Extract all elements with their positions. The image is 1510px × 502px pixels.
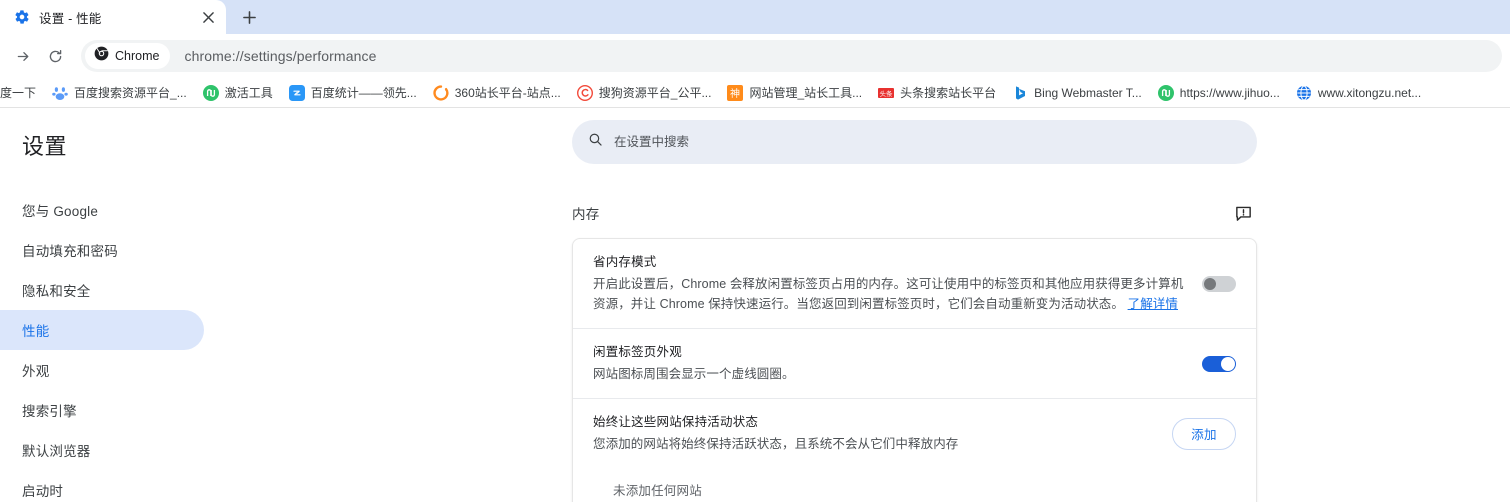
sidebar-nav: 您与 Google 自动填充和密码 隐私和安全 性能 外观 搜索引擎 默认浏览器… <box>0 190 300 502</box>
activation-icon <box>202 84 219 101</box>
globe-icon <box>1296 85 1312 101</box>
svg-text:神: 神 <box>730 87 740 100</box>
tab-settings-performance[interactable]: 设置 - 性能 <box>0 0 226 34</box>
bookmark-label: 搜狗资源平台_公平... <box>598 86 712 100</box>
sidebar-item-label: 默认浏览器 <box>22 444 91 459</box>
sidebar-item-you-and-google[interactable]: 您与 Google <box>0 190 204 230</box>
bookmark-label: www.xitongzu.net... <box>1317 85 1422 100</box>
omnibox[interactable]: Chrome chrome://settings/performance <box>81 40 1502 72</box>
bookmark-item[interactable]: 360站长平台-站点... <box>425 81 569 105</box>
bookmark-label: Bing Webmaster T... <box>1034 85 1142 100</box>
settings-page: 设置 您与 Google 自动填充和密码 隐私和安全 性能 外观 搜索引擎 默认… <box>0 108 1510 502</box>
bookmark-label: https://www.jihuo... <box>1179 85 1280 100</box>
chrome-chip-label: Chrome <box>115 49 160 63</box>
omnibox-url: chrome://settings/performance <box>184 48 377 64</box>
sidebar-item-label: 外观 <box>22 364 50 379</box>
search-icon <box>588 132 603 152</box>
sidebar-item-label: 性能 <box>22 324 50 339</box>
settings-search[interactable] <box>572 120 1257 164</box>
bookmark-label: 百度统计——领先... <box>310 86 417 100</box>
row-text: 始终让这些网站保持活动状态 您添加的网站将始终保持活跃状态，且系统不会从它们中释… <box>593 413 1172 454</box>
settings-brand-label: 设置 <box>22 134 68 159</box>
bookmark-item[interactable]: Bing Webmaster T... <box>1004 81 1150 105</box>
sidebar-item-privacy[interactable]: 隐私和安全 <box>0 270 204 310</box>
bookmark-label: 头条搜索站长平台 <box>900 86 997 100</box>
page-title: 设置 <box>0 118 300 172</box>
memory-settings-card: 省内存模式 开启此设置后，Chrome 会释放闲置标签页占用的内存。这可让使用中… <box>572 238 1257 502</box>
row-title: 闲置标签页外观 <box>593 345 682 359</box>
tab-title: 设置 - 性能 <box>39 11 102 26</box>
bookmark-label: 网站管理_站长工具... <box>749 86 863 100</box>
empty-sites-message: 未添加任何网站 <box>613 484 702 498</box>
row-idle-tab-appearance: 闲置标签页外观 网站图标周围会显示一个虚线圆圈。 <box>573 328 1256 398</box>
svg-text:头条: 头条 <box>880 89 894 98</box>
bookmark-label: 度一下 <box>0 86 37 100</box>
search-input[interactable] <box>614 135 1241 149</box>
sidebar-item-autofill[interactable]: 自动填充和密码 <box>0 230 204 270</box>
bookmark-item[interactable]: 激活工具 <box>195 81 281 105</box>
bookmark-item[interactable]: https://www.jihuo... <box>1150 81 1288 105</box>
bookmark-item[interactable]: 百度搜索资源平台_... <box>44 81 195 105</box>
new-tab-button[interactable] <box>232 3 266 31</box>
settings-sidebar: 设置 您与 Google 自动填充和密码 隐私和安全 性能 外观 搜索引擎 默认… <box>0 108 300 502</box>
chrome-logo-icon <box>94 46 109 66</box>
idle-tab-appearance-toggle[interactable] <box>1202 355 1236 372</box>
learn-more-link[interactable]: 了解详情 <box>1128 297 1178 311</box>
browser-toolbar: Chrome chrome://settings/performance <box>0 34 1510 78</box>
sogou-icon <box>576 84 593 101</box>
gear-icon <box>14 9 30 25</box>
bookmark-item[interactable]: www.xitongzu.net... <box>1288 81 1429 105</box>
sidebar-item-label: 您与 Google <box>22 204 99 219</box>
bookmark-label: 百度搜索资源平台_... <box>74 86 187 100</box>
360-icon <box>433 84 449 101</box>
sidebar-item-performance[interactable]: 性能 <box>0 310 204 350</box>
settings-main: 内存 省内存模式 开启此设置后，Chrome 会释放闲置标签页占用的内存。这可让… <box>300 108 1510 502</box>
row-control: 添加 <box>1172 417 1236 450</box>
row-title: 省内存模式 <box>593 255 657 269</box>
sidebar-item-appearance[interactable]: 外观 <box>0 350 204 390</box>
toutiao-icon: 头条 <box>878 85 895 101</box>
row-description-text: 开启此设置后，Chrome 会释放闲置标签页占用的内存。这可让使用中的标签页和其… <box>593 277 1184 311</box>
bookmark-item[interactable]: 头条 头条搜索站长平台 <box>870 81 1004 105</box>
sidebar-item-label: 自动填充和密码 <box>22 244 118 259</box>
row-description: 您添加的网站将始终保持活跃状态，且系统不会从它们中释放内存 <box>593 437 959 451</box>
row-memory-saver: 省内存模式 开启此设置后，Chrome 会释放闲置标签页占用的内存。这可让使用中… <box>573 239 1256 328</box>
shenma-icon: 神 <box>727 84 744 101</box>
reload-icon[interactable] <box>40 41 70 71</box>
forward-arrow-icon[interactable] <box>8 41 38 71</box>
baidu-tongji-icon <box>288 84 305 101</box>
row-text: 闲置标签页外观 网站图标周围会显示一个虚线圆圈。 <box>593 343 1202 384</box>
memory-section-header: 内存 <box>572 198 1257 228</box>
jihuo-icon <box>1157 84 1174 101</box>
row-description: 开启此设置后，Chrome 会释放闲置标签页占用的内存。这可让使用中的标签页和其… <box>593 274 1184 314</box>
sidebar-item-label: 隐私和安全 <box>22 284 91 299</box>
bookmark-item[interactable]: 度一下 <box>0 81 44 105</box>
sidebar-item-label: 搜索引擎 <box>22 404 77 419</box>
memory-saver-toggle[interactable] <box>1202 275 1236 292</box>
bookmark-item[interactable]: 百度统计——领先... <box>281 81 425 105</box>
chrome-chip[interactable]: Chrome <box>85 43 171 69</box>
sidebar-item-default-browser[interactable]: 默认浏览器 <box>0 430 204 470</box>
bookmark-item[interactable]: 神 网站管理_站长工具... <box>719 81 870 105</box>
sidebar-item-on-startup[interactable]: 启动时 <box>0 470 204 502</box>
bing-icon <box>1012 85 1028 101</box>
close-icon[interactable] <box>198 7 218 27</box>
bookmark-label: 激活工具 <box>224 86 273 100</box>
feedback-icon[interactable] <box>1229 199 1257 227</box>
section-title: 内存 <box>572 207 600 222</box>
baidu-paw-icon <box>52 85 68 101</box>
row-control <box>1202 355 1236 372</box>
row-control <box>1202 275 1236 292</box>
sidebar-item-label: 启动时 <box>22 484 64 499</box>
add-site-button[interactable]: 添加 <box>1172 417 1236 450</box>
bookmark-label: 360站长平台-站点... <box>454 86 561 100</box>
sidebar-item-search-engine[interactable]: 搜索引擎 <box>0 390 204 430</box>
bookmark-item[interactable]: 搜狗资源平台_公平... <box>569 81 720 105</box>
row-text: 省内存模式 开启此设置后，Chrome 会释放闲置标签页占用的内存。这可让使用中… <box>593 253 1202 314</box>
row-always-keep-active: 始终让这些网站保持活动状态 您添加的网站将始终保持活跃状态，且系统不会从它们中释… <box>573 398 1256 468</box>
bookmarks-bar: 度一下 百度搜索资源平台_... 激活工具 百度统计——领先... 360站长平… <box>0 78 1510 108</box>
row-title: 始终让这些网站保持活动状态 <box>593 415 759 429</box>
tab-strip: 设置 - 性能 <box>0 0 1510 34</box>
row-description: 网站图标周围会显示一个虚线圆圈。 <box>593 367 795 381</box>
